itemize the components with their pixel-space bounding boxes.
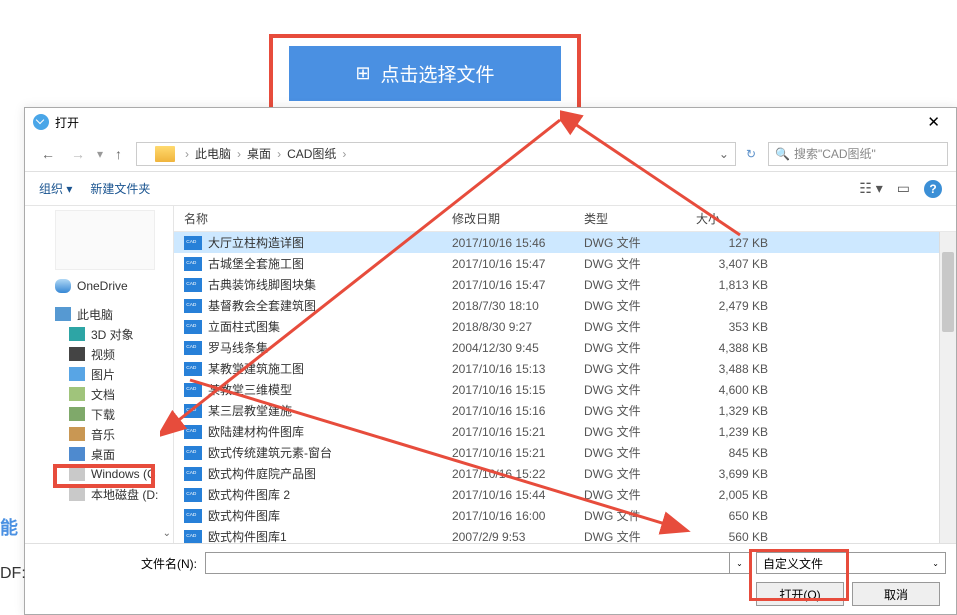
folder-icon: [155, 146, 175, 162]
scrollbar-thumb[interactable]: [942, 252, 954, 332]
edge-text: DF:: [0, 565, 26, 583]
titlebar: 打开 ✕: [25, 108, 956, 136]
search-input[interactable]: 🔍 搜索"CAD图纸": [768, 142, 948, 166]
dialog-title: 打开: [55, 114, 79, 131]
view-details-icon[interactable]: ▭: [897, 180, 910, 197]
pic-icon: [69, 367, 85, 381]
file-row[interactable]: 欧式构件庭院产品图 2017/10/16 15:22 DWG 文件 3,699 …: [174, 463, 956, 484]
col-date[interactable]: 修改日期: [452, 210, 584, 227]
breadcrumb-item[interactable]: 桌面: [247, 145, 271, 162]
toolbar: 组织 ▾ 新建文件夹 ☷ ▾ ▭ ?: [25, 172, 956, 206]
upload-button[interactable]: ⊞ 点击选择文件: [289, 46, 561, 101]
sidebar-item[interactable]: 3D 对象: [25, 324, 173, 344]
sidebar-item[interactable]: 文档: [25, 384, 173, 404]
cloud-icon: [55, 279, 71, 293]
3d-icon: [69, 327, 85, 341]
file-row[interactable]: 欧式构件图库1 2007/2/9 9:53 DWG 文件 560 KB: [174, 526, 956, 543]
dwg-file-icon: [184, 383, 202, 397]
desktop-icon: [69, 447, 85, 461]
file-open-dialog: 打开 ✕ ← → ▾ ↑ › 此电脑 › 桌面 › CAD图纸 › ⌄ ↻ 🔍 …: [24, 107, 957, 615]
music-icon: [69, 427, 85, 441]
file-row[interactable]: 某教堂三维模型 2017/10/16 15:15 DWG 文件 4,600 KB: [174, 379, 956, 400]
breadcrumb[interactable]: › 此电脑 › 桌面 › CAD图纸 › ⌄: [136, 142, 736, 166]
file-row[interactable]: 某教堂建筑施工图 2017/10/16 15:13 DWG 文件 3,488 K…: [174, 358, 956, 379]
col-size[interactable]: 大小: [696, 210, 776, 227]
edge-text: 能: [0, 514, 18, 540]
new-folder-button[interactable]: 新建文件夹: [90, 180, 150, 197]
file-row[interactable]: 古城堡全套施工图 2017/10/16 15:47 DWG 文件 3,407 K…: [174, 253, 956, 274]
dwg-file-icon: [184, 299, 202, 313]
video-icon: [69, 347, 85, 361]
dwg-file-icon: [184, 341, 202, 355]
sidebar-item[interactable]: Windows (C: [25, 464, 173, 484]
dwg-file-icon: [184, 257, 202, 271]
sidebar-item[interactable]: 下载: [25, 404, 173, 424]
sidebar-item[interactable]: 图片: [25, 364, 173, 384]
dwg-file-icon: [184, 488, 202, 502]
dwg-file-icon: [184, 467, 202, 481]
filename-dropdown[interactable]: ⌄: [730, 552, 750, 574]
upload-button-highlight: ⊞ 点击选择文件: [269, 34, 581, 112]
breadcrumb-item[interactable]: CAD图纸: [287, 145, 336, 162]
breadcrumb-dropdown[interactable]: ⌄: [719, 147, 729, 161]
breadcrumb-item[interactable]: 此电脑: [195, 145, 231, 162]
dwg-file-icon: [184, 446, 202, 460]
file-row[interactable]: 罗马线条集 2004/12/30 9:45 DWG 文件 4,388 KB: [174, 337, 956, 358]
disk-icon: [69, 487, 85, 501]
search-icon: 🔍: [775, 147, 790, 161]
file-row[interactable]: 某三层教堂建施 2017/10/16 15:16 DWG 文件 1,329 KB: [174, 400, 956, 421]
file-list[interactable]: 大厅立柱构造详图 2017/10/16 15:46 DWG 文件 127 KB …: [174, 232, 956, 543]
filter-dropdown[interactable]: 自定义文件 ⌄: [756, 552, 946, 574]
col-name[interactable]: 名称: [184, 210, 452, 227]
dwg-file-icon: [184, 404, 202, 418]
sidebar: OneDrive 此电脑 3D 对象 视频 图片 文档 下载 音乐 桌面 Win…: [25, 206, 174, 543]
file-area: 名称 修改日期 类型 大小 大厅立柱构造详图 2017/10/16 15:46 …: [174, 206, 956, 543]
up-button[interactable]: ↑: [107, 142, 130, 166]
cancel-button[interactable]: 取消: [852, 582, 940, 606]
dwg-file-icon: [184, 320, 202, 334]
filename-input[interactable]: [205, 552, 730, 574]
sidebar-item[interactable]: 本地磁盘 (D:: [25, 484, 173, 504]
add-file-icon: ⊞: [355, 63, 370, 84]
column-headers: 名称 修改日期 类型 大小: [174, 206, 956, 232]
col-type[interactable]: 类型: [584, 210, 696, 227]
sidebar-item[interactable]: 桌面: [25, 444, 173, 464]
file-row[interactable]: 大厅立柱构造详图 2017/10/16 15:46 DWG 文件 127 KB: [174, 232, 956, 253]
dwg-file-icon: [184, 530, 202, 544]
file-row[interactable]: 欧式构件图库 2017/10/16 16:00 DWG 文件 650 KB: [174, 505, 956, 526]
filename-label: 文件名(N):: [35, 555, 205, 572]
dwg-file-icon: [184, 425, 202, 439]
organize-button[interactable]: 组织 ▾: [39, 180, 72, 197]
refresh-button[interactable]: ↻: [742, 143, 760, 165]
sidebar-item[interactable]: 音乐: [25, 424, 173, 444]
forward-button[interactable]: →: [63, 142, 93, 166]
win-icon: [69, 467, 85, 481]
dwg-file-icon: [184, 509, 202, 523]
app-icon: [33, 114, 49, 130]
back-button[interactable]: ←: [33, 142, 63, 166]
sidebar-item[interactable]: OneDrive: [25, 276, 173, 296]
upload-button-label: 点击选择文件: [381, 60, 495, 87]
dl-icon: [69, 407, 85, 421]
dwg-file-icon: [184, 236, 202, 250]
file-row[interactable]: 欧式构件图库 2 2017/10/16 15:44 DWG 文件 2,005 K…: [174, 484, 956, 505]
dwg-file-icon: [184, 362, 202, 376]
view-list-icon[interactable]: ☷ ▾: [859, 180, 882, 197]
file-row[interactable]: 基督教会全套建筑图 2018/7/30 18:10 DWG 文件 2,479 K…: [174, 295, 956, 316]
doc-icon: [69, 387, 85, 401]
pc-icon: [55, 307, 71, 321]
help-icon[interactable]: ?: [924, 180, 942, 198]
sidebar-item[interactable]: 视频: [25, 344, 173, 364]
sidebar-item[interactable]: 此电脑: [25, 304, 173, 324]
close-button[interactable]: ✕: [919, 113, 948, 131]
file-row[interactable]: 欧陆建材构件图库 2017/10/16 15:21 DWG 文件 1,239 K…: [174, 421, 956, 442]
bottom-panel: 文件名(N): ⌄ 自定义文件 ⌄ 打开(O) 取消: [25, 543, 956, 614]
file-row[interactable]: 欧式传统建筑元素-窗台 2017/10/16 15:21 DWG 文件 845 …: [174, 442, 956, 463]
file-row[interactable]: 立面柱式图集 2018/8/30 9:27 DWG 文件 353 KB: [174, 316, 956, 337]
dwg-file-icon: [184, 278, 202, 292]
scrollbar[interactable]: [939, 232, 956, 543]
nav-bar: ← → ▾ ↑ › 此电脑 › 桌面 › CAD图纸 › ⌄ ↻ 🔍 搜索"CA…: [25, 136, 956, 172]
file-row[interactable]: 古典装饰线脚图块集 2017/10/16 15:47 DWG 文件 1,813 …: [174, 274, 956, 295]
open-button[interactable]: 打开(O): [756, 582, 844, 606]
